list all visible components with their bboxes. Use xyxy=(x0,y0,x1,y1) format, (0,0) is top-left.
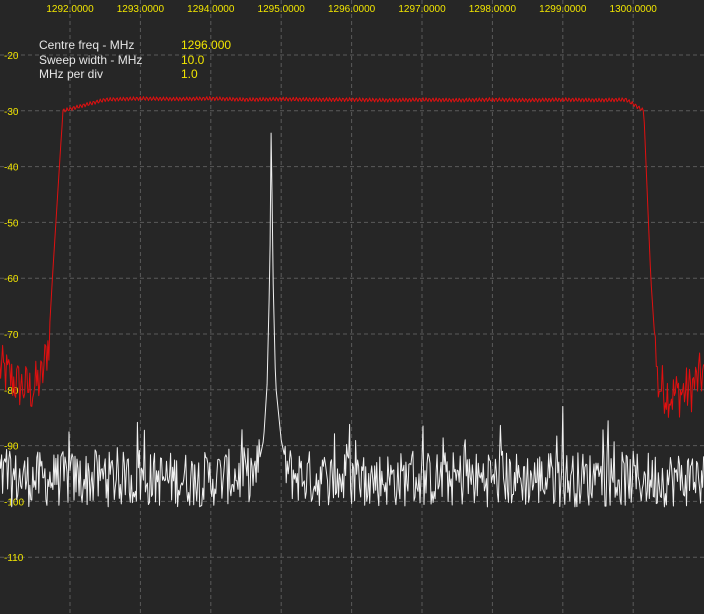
spectrum-plot: 1292.0000 1293.0000 1294.0000 1295.0000 1296… xyxy=(0,0,704,614)
y-tick-label: -50 xyxy=(4,218,19,229)
centre-freq-row: Centre freq - MHz 1296.000 xyxy=(39,38,231,53)
sweep-width-value: 10.0 xyxy=(181,52,205,67)
x-tick-label: 1298.0000 xyxy=(469,4,517,15)
y-tick-label: -100 xyxy=(4,497,24,508)
y-tick-label: -30 xyxy=(4,107,19,118)
mhz-per-div-row: MHz per div 1.0 xyxy=(39,67,231,82)
y-tick-label: -110 xyxy=(4,553,24,564)
x-tick-label: 1293.0000 xyxy=(117,4,165,15)
y-tick-label: -40 xyxy=(4,163,19,174)
x-tick-label: 1292.0000 xyxy=(46,4,94,15)
y-tick-label: -20 xyxy=(4,51,19,62)
x-axis-tick-labels: 1292.0000 1293.0000 1294.0000 1295.0000 1296… xyxy=(46,4,657,15)
mhz-per-div-label: MHz per div xyxy=(39,67,104,81)
y-tick-label: -80 xyxy=(4,386,19,397)
y-tick-label: -60 xyxy=(4,274,19,285)
sweep-info-panel: Centre freq - MHz 1296.000 Sweep width -… xyxy=(39,38,231,82)
x-tick-label: 1299.0000 xyxy=(539,4,587,15)
mhz-per-div-value: 1.0 xyxy=(181,67,198,81)
x-tick-label: 1295.0000 xyxy=(258,4,306,15)
y-tick-label: -70 xyxy=(4,330,19,341)
x-tick-label: 1294.0000 xyxy=(187,4,235,15)
x-tick-label: 1296.0000 xyxy=(328,4,376,15)
centre-freq-value: 1296.000 xyxy=(181,38,232,52)
sweep-width-label: Sweep width - MHz xyxy=(39,52,143,67)
sweep-width-row: Sweep width - MHz 10.0 xyxy=(39,53,231,68)
x-tick-label: 1300.0000 xyxy=(610,4,658,15)
x-tick-label: 1297.0000 xyxy=(398,4,446,15)
centre-freq-label: Centre freq - MHz xyxy=(39,38,135,52)
